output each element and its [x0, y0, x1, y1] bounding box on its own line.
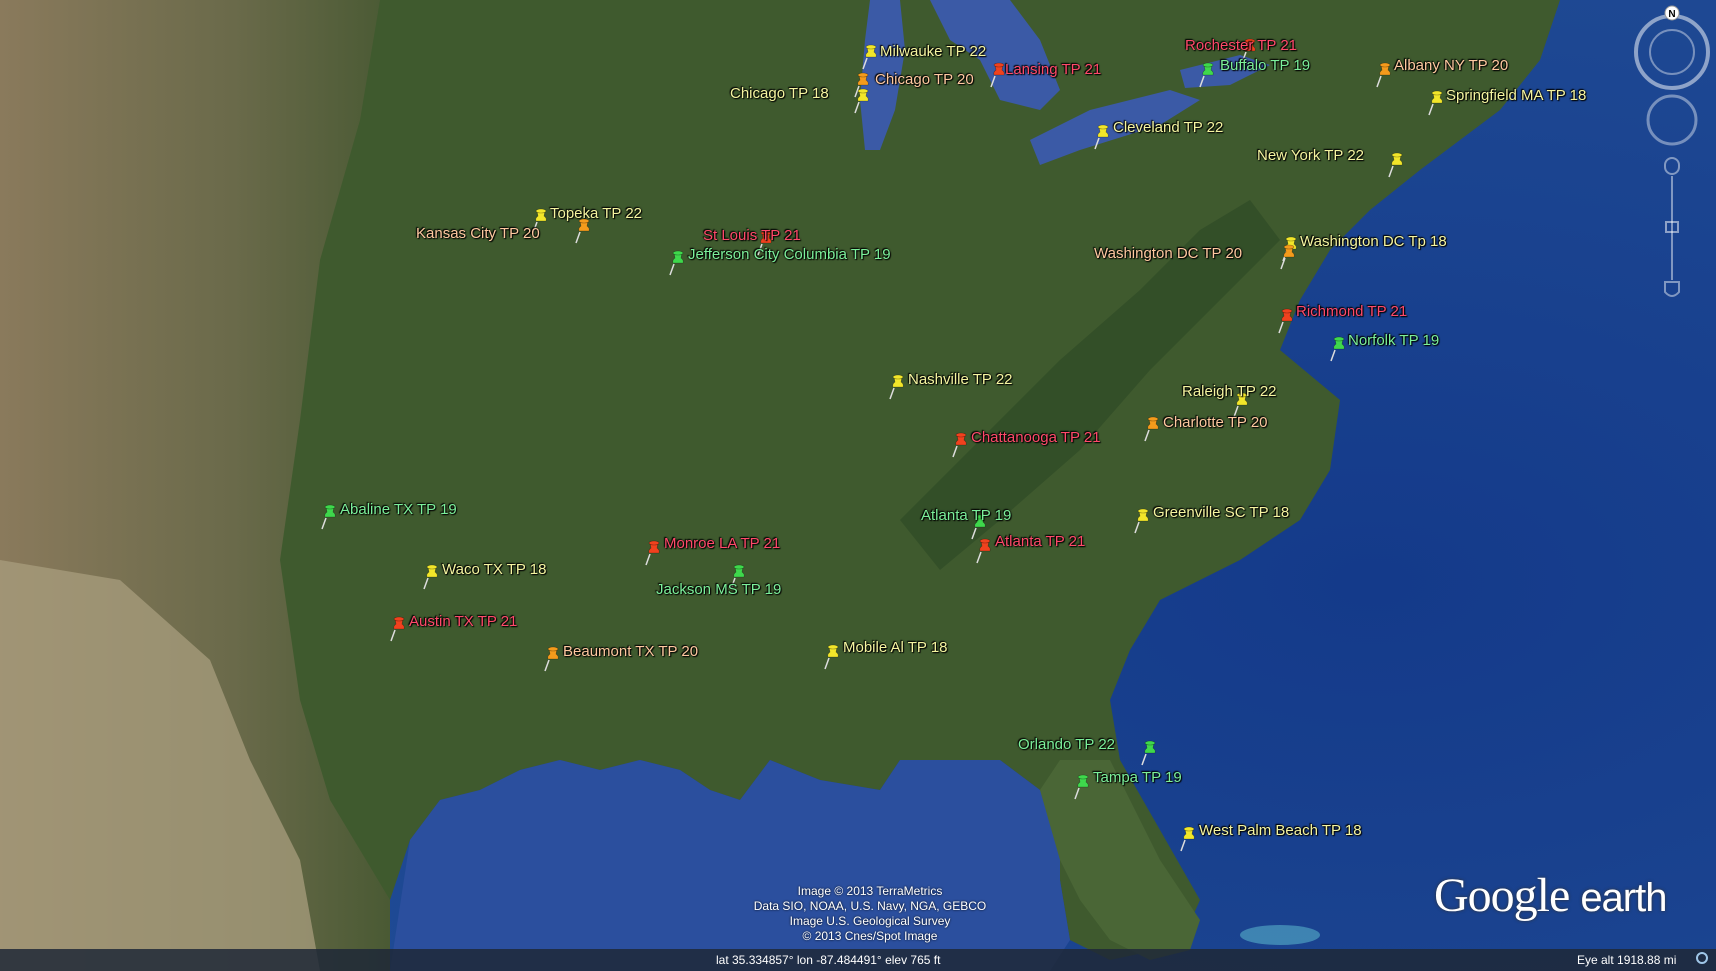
pushpin-icon[interactable]: [824, 644, 842, 670]
pushpin-icon[interactable]: [1141, 740, 1159, 766]
placemark-label[interactable]: Rochester TP 21: [1185, 37, 1297, 55]
placemark-label[interactable]: Richmond TP 21: [1296, 303, 1407, 321]
pushpin-icon[interactable]: [1278, 308, 1296, 334]
pushpin-icon[interactable]: [976, 538, 994, 564]
pushpin-icon[interactable]: [862, 44, 880, 70]
pushpin-icon[interactable]: [669, 250, 687, 276]
placemark-label[interactable]: Raleigh TP 22: [1182, 383, 1277, 401]
pushpin-icon[interactable]: [889, 374, 907, 400]
google-earth-logo: Google earth: [1434, 868, 1667, 923]
eye-altitude: Eye alt 1918.88 mi: [1577, 953, 1677, 967]
streaming-status-icon: [1696, 952, 1708, 964]
logo-earth: earth: [1580, 876, 1667, 920]
placemark-label[interactable]: Abaline TX TP 19: [340, 501, 457, 519]
placemark-label[interactable]: Nashville TP 22: [908, 371, 1013, 389]
look-joystick[interactable]: [1646, 94, 1698, 146]
pushpin-icon[interactable]: [952, 432, 970, 458]
bahamas: [1240, 925, 1320, 945]
placemark-label[interactable]: Charlotte TP 20: [1163, 414, 1268, 432]
placemark-label[interactable]: Chicago TP 18: [730, 85, 829, 103]
placemark-label[interactable]: Albany NY TP 20: [1394, 57, 1508, 75]
placemark-label[interactable]: Topeka TP 22: [550, 205, 642, 223]
credit-line: Image © 2013 TerraMetrics: [797, 884, 943, 898]
placemark-label[interactable]: West Palm Beach TP 18: [1199, 822, 1362, 840]
placemark-label[interactable]: Jackson MS TP 19: [656, 581, 781, 599]
credit-line: © 2013 Cnes/Spot Image: [802, 929, 938, 943]
placemark-label[interactable]: Chattanooga TP 21: [971, 429, 1101, 447]
logo-google: Google: [1434, 869, 1570, 922]
north-indicator[interactable]: N: [1668, 9, 1675, 20]
pushpin-icon[interactable]: [390, 616, 408, 642]
placemark-label[interactable]: Tampa TP 19: [1093, 769, 1182, 787]
placemark-label[interactable]: Greenville SC TP 18: [1153, 504, 1289, 522]
imagery-credits: Image © 2013 TerraMetrics Data SIO, NOAA…: [720, 884, 1020, 944]
placemark-label[interactable]: Beaumont TX TP 20: [563, 643, 698, 661]
pushpin-icon[interactable]: [1074, 774, 1092, 800]
placemark-label[interactable]: Kansas City TP 20: [416, 225, 540, 243]
placemark-label[interactable]: Buffalo TP 19: [1220, 57, 1310, 75]
pushpin-icon[interactable]: [1280, 244, 1298, 270]
credit-line: Image U.S. Geological Survey: [789, 914, 951, 928]
pushpin-icon[interactable]: [854, 88, 872, 114]
zoom-slider[interactable]: [1664, 157, 1680, 297]
pushpin-icon[interactable]: [1134, 508, 1152, 534]
placemark-label[interactable]: Waco TX TP 18: [442, 561, 547, 579]
pushpin-icon[interactable]: [544, 646, 562, 672]
placemark-label[interactable]: New York TP 22: [1257, 147, 1364, 165]
pushpin-icon[interactable]: [1388, 152, 1406, 178]
pushpin-icon[interactable]: [1144, 416, 1162, 442]
pushpin-icon[interactable]: [1094, 124, 1112, 150]
placemark-label[interactable]: Milwauke TP 22: [880, 43, 986, 61]
placemark-label[interactable]: Norfolk TP 19: [1348, 332, 1439, 350]
placemark-label[interactable]: Mobile Al TP 18: [843, 639, 948, 657]
placemark-label[interactable]: Cleveland TP 22: [1113, 119, 1223, 137]
placemark-label[interactable]: Jefferson City Columbia TP 19: [688, 246, 891, 264]
navigation-controls[interactable]: N: [1630, 0, 1716, 310]
placemark-label[interactable]: St Louis TP 21: [703, 227, 801, 245]
pushpin-icon[interactable]: [423, 564, 441, 590]
pushpin-icon[interactable]: [645, 540, 663, 566]
credit-line: Data SIO, NOAA, U.S. Navy, NGA, GEBCO: [753, 899, 987, 913]
placemark-label[interactable]: Washington DC Tp 18: [1300, 233, 1447, 251]
pushpin-icon[interactable]: [321, 504, 339, 530]
placemark-label[interactable]: Austin TX TP 21: [409, 613, 517, 631]
pushpin-icon[interactable]: [1376, 62, 1394, 88]
compass-ring[interactable]: N: [1634, 5, 1710, 90]
pushpin-icon[interactable]: [1180, 826, 1198, 852]
satellite-map[interactable]: [0, 0, 1716, 971]
pushpin-icon[interactable]: [1330, 336, 1348, 362]
placemark-label[interactable]: Lansing TP 21: [1005, 61, 1101, 79]
placemark-label[interactable]: Springfield MA TP 18: [1446, 87, 1586, 105]
cursor-coordinates: lat 35.334857° lon -87.484491° elev 765 …: [716, 953, 941, 967]
pushpin-icon[interactable]: [1199, 62, 1217, 88]
placemark-label[interactable]: Washington DC TP 20: [1094, 245, 1242, 263]
pushpin-icon[interactable]: [575, 218, 593, 244]
placemark-label[interactable]: Chicago TP 20: [875, 71, 974, 89]
placemark-label[interactable]: Monroe LA TP 21: [664, 535, 780, 553]
status-bar: lat 35.334857° lon -87.484491° elev 765 …: [0, 949, 1716, 971]
pushpin-icon[interactable]: [1428, 90, 1446, 116]
placemark-label[interactable]: Atlanta TP 19: [921, 507, 1011, 525]
placemark-label[interactable]: Orlando TP 22: [1018, 736, 1115, 754]
placemark-label[interactable]: Atlanta TP 21: [995, 533, 1085, 551]
google-earth-view[interactable]: Milwauke TP 22 Chicago TP 20 Chicago TP 18…: [0, 0, 1716, 971]
